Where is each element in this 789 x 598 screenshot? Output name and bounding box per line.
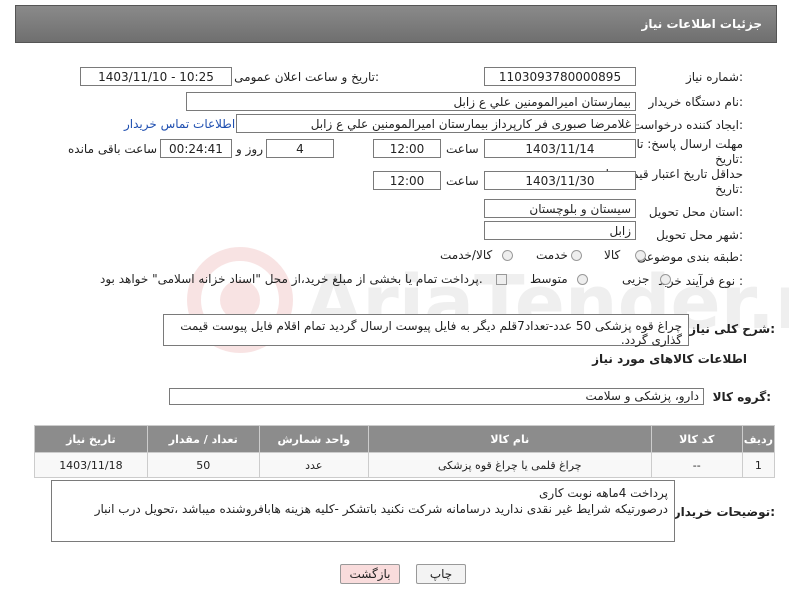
back-button[interactable]: بازگشت [340,564,400,584]
validity-time-field: 12:00 [373,171,441,190]
cell-name: چراغ قلمی يا چراغ قوه پزشكی [367,452,652,478]
col-code: كد كالا [650,425,743,453]
category-option-service: خدمت [536,248,568,262]
deadline-time-field: 12:00 [373,139,441,158]
buyer-contact-link[interactable]: اطلاعات تماس خريدار [124,117,235,131]
description-field: چراغ قوه پزشكی 50 عدد-تعداد7قلم ديگر به … [163,314,689,347]
creator-label: ايجاد كننده درخواست: [632,118,743,132]
buyer-org-field: بيمارستان اميرالمومنين علي ع زابل [186,92,636,111]
need-number-field: 1103093780000895 [484,67,636,86]
buyer-notes-line-1: پرداخت 4ماهه نوبت كاری [539,486,668,500]
city-label: شهر محل تحويل: [656,228,743,242]
category-radio-service[interactable] [571,250,582,261]
announce-label: تاريخ و ساعت اعلان عمومی: [234,70,379,84]
col-unit: واحد شمارش [258,425,369,453]
purchase-type-label: نوع فرآيند خريد : [658,274,743,288]
purchase-option-minor: جزيی [622,272,650,286]
buyer-notes-label: توضيحات خريدار: [673,505,775,519]
category-option-goods: كالا [604,248,621,262]
print-button[interactable]: چاپ [416,564,466,584]
remaining-time-field: 00:24:41 [160,139,232,158]
province-field: سيستان و بلوچستان [484,199,636,218]
city-field: زابل [484,221,636,240]
purchase-radio-medium[interactable] [577,274,588,285]
goods-group-field: دارو، پزشكی و سلامت [169,388,704,405]
col-name: نام كالا [367,425,652,453]
deadline-date-field: 1403/11/14 [484,139,636,158]
page-header: جزئيات اطلاعات نياز [15,5,777,43]
days-label: روز و [236,142,263,156]
items-table-header: رديف كد كالا نام كالا واحد شمارش تعداد /… [34,425,776,453]
purchase-radio-minor[interactable] [660,274,671,285]
table-row[interactable]: 1 -- چراغ قلمی يا چراغ قوه پزشكی عدد 50 … [34,452,776,478]
col-qty: تعداد / مقدار [146,425,260,453]
deadline-label: مهلت ارسال پاسخ: تا تاريخ: [636,137,743,166]
goods-info-title: اطلاعات كالاهای مورد نياز [592,352,747,366]
province-label: استان محل تحويل: [648,205,743,219]
category-option-both: كالا/خدمت [440,248,493,262]
description-label: شرح كلی نياز: [689,322,775,336]
treasury-note: پرداخت تمام يا بخشی از مبلغ خريد،از محل … [100,272,483,286]
page-title: جزئيات اطلاعات نياز [641,17,762,31]
cell-unit: عدد [258,452,369,478]
cell-date: 1403/11/18 [34,452,148,478]
goods-group-label: گروه كالا: [712,390,771,404]
deadline-time-label: ساعت [446,142,479,156]
category-label: طبقه بندی موضوعی: [636,250,743,264]
category-radio-goods[interactable] [635,250,646,261]
announce-date-field: 1403/11/10 - 10:25 [80,67,232,86]
category-radio-both[interactable] [502,250,513,261]
days-field: 4 [266,139,334,158]
validity-date-field: 1403/11/30 [484,171,636,190]
buyer-notes-line-2: درصورتيكه شرايط غير نقدی نداريد درسامانه… [94,502,668,516]
validity-time-label: ساعت [446,174,479,188]
col-row: رديف [741,425,776,453]
page: جزئيات اطلاعات نياز AriaTender.net شماره… [0,0,789,598]
remaining-label: ساعت باقی مانده [68,142,158,156]
cell-code: -- [650,452,743,478]
col-date: تاريخ نياز [34,425,148,453]
cell-row: 1 [741,452,776,478]
buyer-org-label: نام دستگاه خريدار: [648,95,744,109]
purchase-option-medium: متوسط [530,272,568,286]
cell-qty: 50 [146,452,260,478]
treasury-checkbox[interactable] [496,274,507,285]
need-number-label: شماره نياز: [685,70,743,84]
buyer-notes-field: پرداخت 4ماهه نوبت كاری درصورتيكه شرايط غ… [51,480,675,542]
creator-field: غلامرضا صبوری فر كارپرداز بيمارستان امير… [236,114,636,133]
items-table: رديف كد كالا نام كالا واحد شمارش تعداد /… [34,425,776,478]
